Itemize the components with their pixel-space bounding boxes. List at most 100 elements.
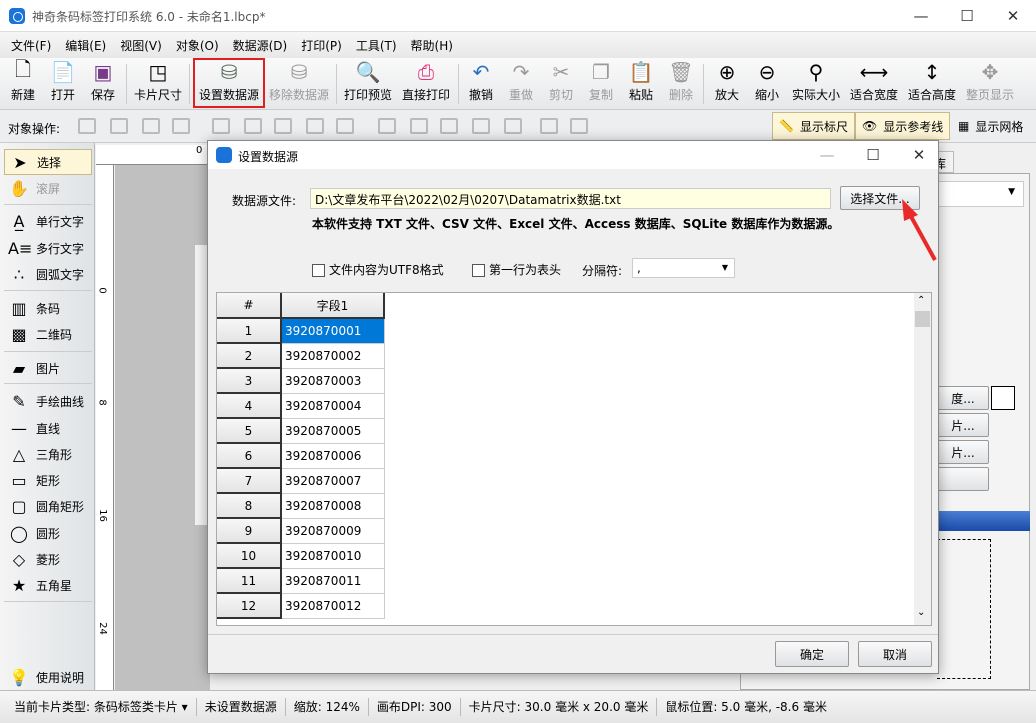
table-cell[interactable]: 3920870011 [282,569,385,594]
show-grid-toggle[interactable]: ▦显示网格 [952,112,1029,140]
menu-print[interactable]: 打印(P) [294,37,349,54]
menu-edit[interactable]: 编辑(E) [58,37,113,54]
row-index[interactable]: 2 [217,344,282,369]
panel-button-4[interactable] [937,467,989,491]
fit-width-button[interactable]: ⟷适合宽度 [848,60,900,108]
table-cell[interactable]: 3920870008 [282,494,385,519]
align-top-icon[interactable] [378,118,396,134]
align-right-icon[interactable] [274,118,292,134]
dialog-maximize-button[interactable]: ☐ [850,141,896,169]
remove-datasource-button[interactable]: ⛁移除数据源 [266,60,332,108]
row-index[interactable]: 12 [217,594,282,619]
column-header-index[interactable]: # [217,293,282,319]
row-index[interactable]: 6 [217,444,282,469]
tool-ellipse[interactable]: ◯圆形 [4,520,92,546]
table-cell[interactable]: 3920870003 [282,369,385,394]
panel-button-1[interactable]: 度... [937,386,989,410]
same-height-icon[interactable] [472,118,490,134]
cancel-button[interactable]: 取消 [858,641,932,667]
show-ruler-toggle[interactable]: 📏显示标尺 [772,112,855,140]
save-button[interactable]: ▣保存 [86,60,120,108]
layer-down-icon[interactable] [172,118,190,134]
delete-button[interactable]: 🗑删除 [664,60,698,108]
zoom-in-button[interactable]: ⊕放大 [709,60,745,108]
scroll-up-icon[interactable]: ⌃ [917,295,925,306]
ok-button[interactable]: 确定 [775,641,849,667]
zoom-out-button[interactable]: ⊖缩小 [749,60,785,108]
undo-button[interactable]: ↶撤销 [464,60,498,108]
card-size-button[interactable]: ◳卡片尺寸 [132,60,184,108]
table-cell[interactable]: 3920870012 [282,594,385,619]
design-canvas[interactable] [115,165,210,690]
layer-up-icon[interactable] [78,118,96,134]
row-index[interactable]: 5 [217,419,282,444]
color-swatch[interactable] [991,386,1015,410]
tool-pan[interactable]: ✋滚屏 [4,175,92,201]
table-cell[interactable]: 3920870001 [282,319,385,344]
ungroup-icon[interactable] [570,118,588,134]
layer-bottom-icon[interactable] [142,118,160,134]
row-index[interactable]: 1 [217,319,282,344]
tool-star[interactable]: ★五角星 [4,572,92,598]
tool-qrcode[interactable]: ▩二维码 [4,321,92,347]
scrollbar-thumb[interactable] [915,311,930,327]
layer-top-icon[interactable] [110,118,128,134]
utf8-checkbox[interactable]: 文件内容为UTF8格式 [312,261,444,278]
table-cell[interactable]: 3920870005 [282,419,385,444]
new-button[interactable]: 🗋新建 [6,60,40,108]
row-index[interactable]: 8 [217,494,282,519]
menu-tools[interactable]: 工具(T) [349,37,404,54]
show-guides-toggle[interactable]: 👁显示参考线 [855,112,950,140]
cut-button[interactable]: ✂剪切 [544,60,578,108]
same-width-icon[interactable] [306,118,324,134]
menu-view[interactable]: 视图(V) [113,37,169,54]
redo-button[interactable]: ↷重做 [504,60,538,108]
maximize-button[interactable]: ☐ [944,0,990,32]
menu-datasource[interactable]: 数据源(D) [226,37,295,54]
panel-button-3[interactable]: 片... [937,440,989,464]
table-cell[interactable]: 3920870007 [282,469,385,494]
close-button[interactable]: ✕ [990,0,1036,32]
minimize-button[interactable]: — [898,0,944,32]
row-index[interactable]: 7 [217,469,282,494]
dropdown-arrow-icon[interactable]: ▼ [937,181,1024,207]
print-preview-button[interactable]: 🔍打印预览 [342,60,394,108]
direct-print-button[interactable]: ⎙直接打印 [400,60,452,108]
table-cell[interactable]: 3920870006 [282,444,385,469]
align-bottom-icon[interactable] [440,118,458,134]
row-index[interactable]: 4 [217,394,282,419]
tool-multi-line-text[interactable]: A≡多行文字 [4,235,92,261]
data-grid[interactable]: # 字段1 1392087000123920870002339208700034… [216,292,932,626]
help-button[interactable]: 💡使用说明 [4,664,92,690]
tool-image[interactable]: ▰图片 [4,355,92,381]
row-index[interactable]: 11 [217,569,282,594]
tool-select[interactable]: ➤选择 [4,149,92,175]
distribute-v-icon[interactable] [504,118,522,134]
tool-rounded-rectangle[interactable]: ▢圆角矩形 [4,493,92,519]
file-path-input[interactable]: D:\文章发布平台\2022\02月\0207\Datamatrix数据.txt [310,188,831,209]
separator-select[interactable]: ,▼ [632,258,735,278]
menu-help[interactable]: 帮助(H) [404,37,460,54]
tool-line[interactable]: —直线 [4,415,92,441]
actual-size-button[interactable]: ⚲实际大小 [790,60,842,108]
tool-single-line-text[interactable]: A̲单行文字 [4,208,92,234]
paste-button[interactable]: 📋粘贴 [624,60,658,108]
table-cell[interactable]: 3920870010 [282,544,385,569]
full-page-button[interactable]: ✥整页显示 [964,60,1016,108]
panel-button-2[interactable]: 片... [937,413,989,437]
row-index[interactable]: 10 [217,544,282,569]
align-middle-icon[interactable] [410,118,428,134]
tool-triangle[interactable]: △三角形 [4,441,92,467]
copy-button[interactable]: ❐复制 [584,60,618,108]
distribute-h-icon[interactable] [336,118,354,134]
row-index[interactable]: 3 [217,369,282,394]
row-index[interactable]: 9 [217,519,282,544]
first-row-header-checkbox[interactable]: 第一行为表头 [472,261,561,278]
dialog-minimize-button[interactable]: — [804,141,850,169]
table-cell[interactable]: 3920870002 [282,344,385,369]
dialog-close-button[interactable]: ✕ [896,141,942,169]
tool-freehand[interactable]: ✎手绘曲线 [4,388,92,414]
open-button[interactable]: 📄打开 [46,60,80,108]
tool-diamond[interactable]: ◇菱形 [4,546,92,572]
column-header-field1[interactable]: 字段1 [282,293,385,319]
